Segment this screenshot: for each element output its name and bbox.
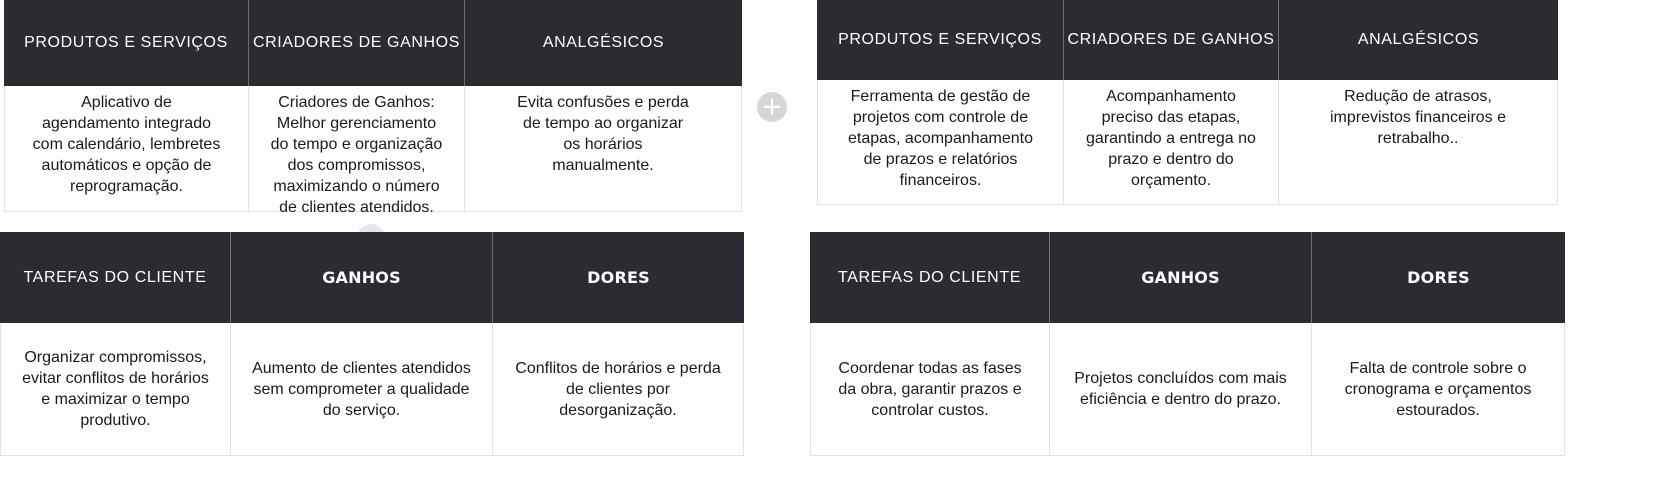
cell-analgesicos[interactable]: Redução de atrasos, imprevistos financei… [1279, 80, 1558, 205]
cell-produtos-servicos[interactable]: Aplicativo de agendamento integrado com … [4, 86, 249, 212]
customer-profile-table-2: TAREFAS DO CLIENTE GANHOS DORES Coordena… [810, 232, 1565, 456]
header-dores: DORES [1312, 232, 1565, 323]
cell-criadores-ganhos[interactable]: Acompanhamento preciso das etapas, garan… [1064, 80, 1279, 205]
header-produtos-servicos: PRODUTOS E SERVIÇOS [817, 0, 1064, 80]
value-map-table-2: PRODUTOS E SERVIÇOS CRIADORES DE GANHOS … [817, 0, 1558, 205]
header-ganhos: GANHOS [231, 232, 493, 323]
plus-icon: + [761, 92, 783, 122]
cell-produtos-servicos[interactable]: Ferramenta de gestão de projetos com con… [817, 80, 1064, 205]
cell-tarefas-cliente[interactable]: Organizar compromissos, evitar conflitos… [0, 323, 231, 456]
cell-dores[interactable]: Conflitos de horários e perda de cliente… [493, 323, 744, 456]
cell-tarefas-cliente[interactable]: Coordenar todas as fases da obra, garant… [810, 323, 1050, 456]
header-criadores-ganhos: CRIADORES DE GANHOS [249, 0, 465, 86]
header-dores: DORES [493, 232, 744, 323]
header-criadores-ganhos: CRIADORES DE GANHOS [1064, 0, 1279, 80]
header-tarefas-cliente: TAREFAS DO CLIENTE [810, 232, 1050, 323]
cell-ganhos[interactable]: Aumento de clientes atendidos sem compro… [231, 323, 493, 456]
cell-criadores-ganhos[interactable]: Criadores de Ganhos: Melhor gerenciament… [249, 86, 465, 216]
header-analgesicos: ANALGÉSICOS [465, 0, 742, 86]
header-tarefas-cliente: TAREFAS DO CLIENTE [0, 232, 231, 323]
value-map-table-1: PRODUTOS E SERVIÇOS CRIADORES DE GANHOS … [4, 0, 742, 216]
header-produtos-servicos: PRODUTOS E SERVIÇOS [4, 0, 249, 86]
header-analgesicos: ANALGÉSICOS [1279, 0, 1558, 80]
cell-dores[interactable]: Falta de controle sobre o cronograma e o… [1312, 323, 1565, 456]
cell-analgesicos[interactable]: Evita confusões e perda de tempo ao orga… [465, 86, 742, 212]
header-ganhos: GANHOS [1050, 232, 1312, 323]
add-table-button[interactable]: + [757, 92, 787, 122]
cell-ganhos[interactable]: Projetos concluídos com mais eficiência … [1050, 323, 1312, 456]
customer-profile-table-1: TAREFAS DO CLIENTE GANHOS DORES Organiza… [0, 232, 744, 456]
